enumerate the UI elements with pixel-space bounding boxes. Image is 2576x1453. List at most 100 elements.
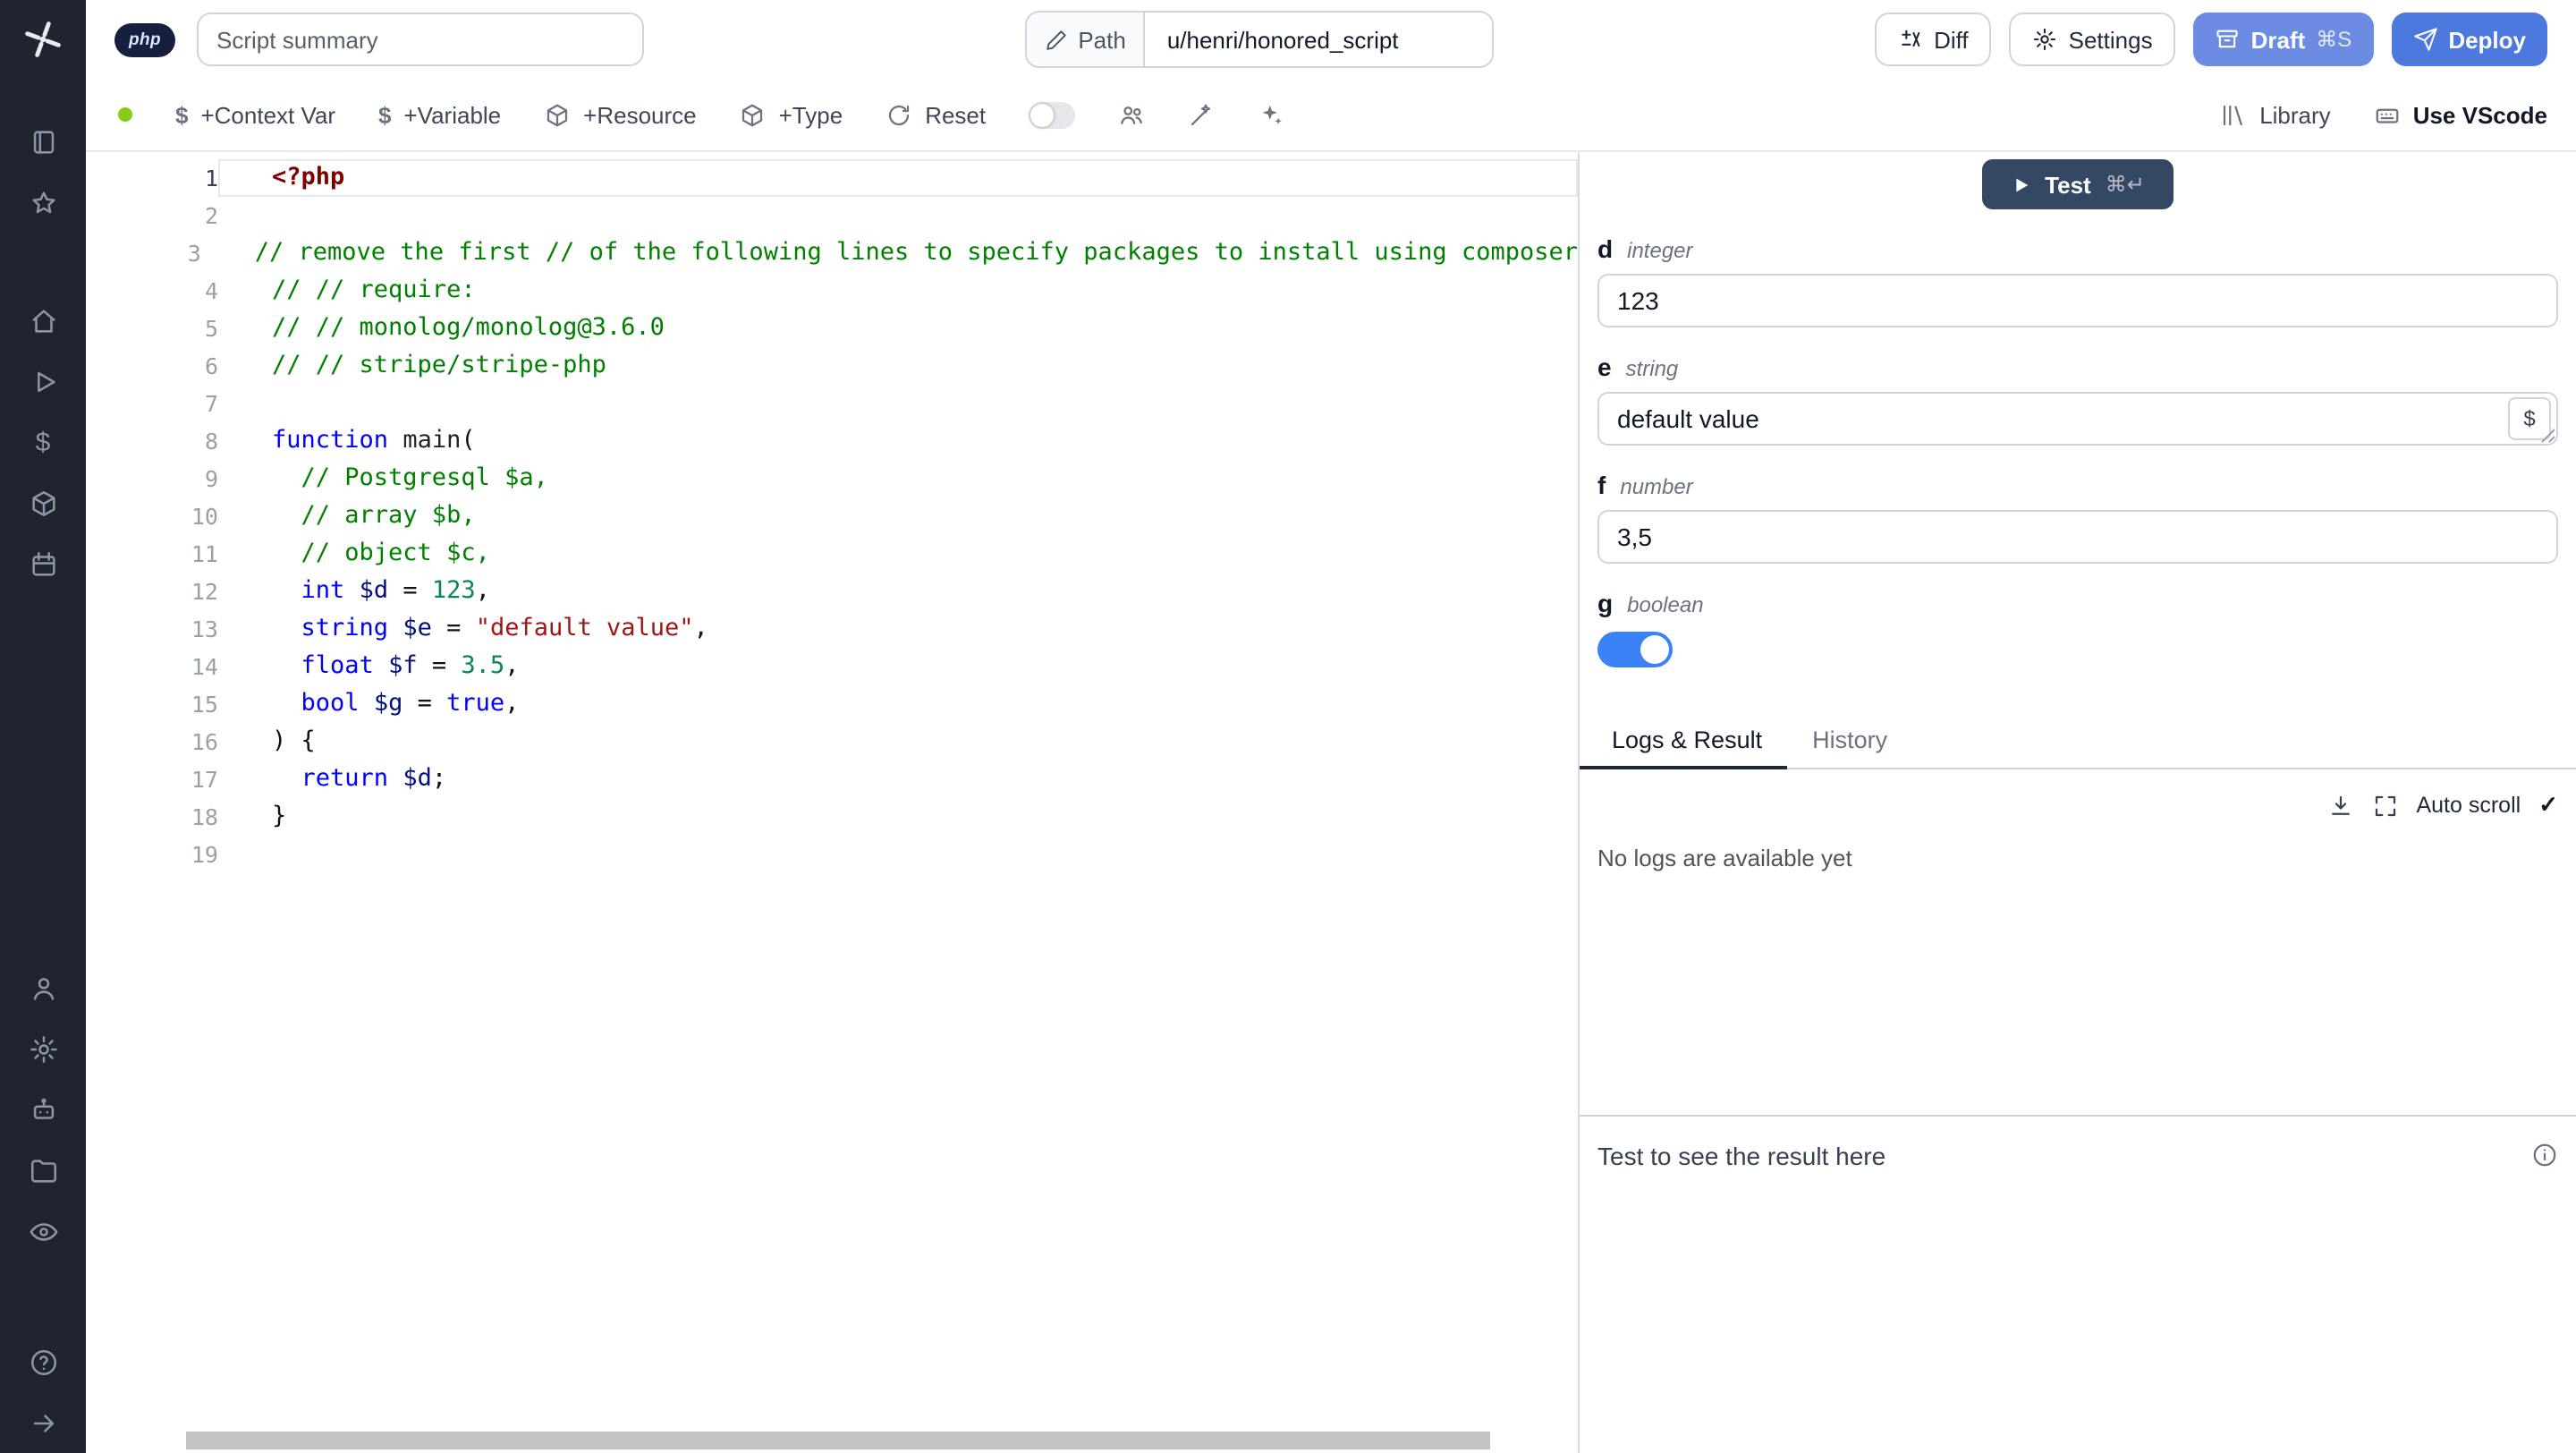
sidebar-item-folders[interactable] <box>0 1140 86 1201</box>
code-editor[interactable]: 1 <?php 2 3// remove the first // of the fo… <box>86 152 1578 1453</box>
add-variable-button[interactable]: $ +Variable <box>378 101 501 128</box>
library-button[interactable]: Library <box>2220 101 2331 128</box>
sidebar-item-home[interactable] <box>0 290 86 351</box>
multiplayer-users-button[interactable] <box>1118 101 1145 128</box>
code-line[interactable]: 3// remove the first // of the following… <box>86 234 1578 272</box>
sidebar-item-runs[interactable] <box>0 351 86 412</box>
code-line[interactable]: 11 // object $c, <box>86 535 1578 573</box>
check-icon[interactable]: ✓ <box>2538 791 2558 820</box>
result-tabs: Logs & Result History <box>1580 714 2576 769</box>
tab-history[interactable]: History <box>1787 714 1912 768</box>
code-line[interactable]: 19 <box>86 836 1578 873</box>
play-icon <box>2016 177 2029 191</box>
path-edit-button[interactable]: Path <box>1026 13 1146 66</box>
help-icon <box>30 1348 56 1375</box>
code-lines: 1 <?php 2 3// remove the first // of the fo… <box>86 159 1578 873</box>
horizontal-scrollbar[interactable] <box>186 1432 1490 1449</box>
code-line[interactable]: 12 int $d = 123, <box>86 573 1578 610</box>
multiplayer-toggle[interactable] <box>1029 101 1076 128</box>
add-type-button[interactable]: +Type <box>740 101 843 128</box>
sidebar-item-favorites[interactable] <box>0 172 86 233</box>
reset-label: Reset <box>925 101 987 128</box>
code-line[interactable]: 18} <box>86 798 1578 836</box>
script-summary-input[interactable] <box>197 13 645 66</box>
download-icon[interactable] <box>2326 792 2353 819</box>
use-vscode-button[interactable]: Use VScode <box>2374 101 2547 128</box>
add-type-label: +Type <box>778 101 843 128</box>
reset-button[interactable]: Reset <box>886 101 986 128</box>
field-d-input[interactable] <box>1597 274 2558 327</box>
code-line[interactable]: 7 <box>86 385 1578 422</box>
code-line[interactable]: 17 return $d; <box>86 760 1578 798</box>
field-g-toggle[interactable] <box>1597 632 1673 667</box>
sidebar-item-resources[interactable] <box>0 472 86 533</box>
code-line[interactable]: 4// // require: <box>86 272 1578 310</box>
library-label: Library <box>2259 101 2331 128</box>
settings-button[interactable]: Settings <box>2009 13 2176 66</box>
code-line[interactable]: 2 <box>86 197 1578 234</box>
draft-shortcut: ⌘S <box>2316 27 2352 52</box>
folder-icon <box>30 1159 56 1182</box>
dollar-icon: $ <box>35 427 51 457</box>
code-line[interactable]: 16) { <box>86 723 1578 760</box>
draft-button[interactable]: Draft ⌘S <box>2193 13 2374 66</box>
diff-icon <box>1902 30 1920 47</box>
format-code-button[interactable] <box>1188 101 1215 128</box>
code-line[interactable]: 10 // array $b, <box>86 497 1578 535</box>
sidebar-logo[interactable] <box>0 0 86 79</box>
arrow-right-icon <box>32 1414 54 1432</box>
sidebar-item-expand[interactable] <box>0 1392 86 1453</box>
auto-scroll-label[interactable]: Auto scroll <box>2416 793 2521 818</box>
ai-assistant-button[interactable] <box>1258 101 1284 128</box>
calendar-icon <box>31 550 55 575</box>
sparkles-icon <box>1262 104 1282 123</box>
sidebar-item-docs[interactable] <box>0 111 86 172</box>
code-line[interactable]: 5// // monolog/monolog@3.6.0 <box>86 310 1578 347</box>
field-name: d <box>1597 234 1614 263</box>
sidebar-item-schedules[interactable] <box>0 533 86 594</box>
users-icon <box>1121 106 1142 123</box>
add-resource-button[interactable]: +Resource <box>544 101 697 128</box>
test-button[interactable]: Test ⌘↵ <box>1982 159 2174 209</box>
library-shelf-icon <box>2224 104 2243 125</box>
pencil-icon <box>1046 30 1066 49</box>
logs-area: Auto scroll ✓ No logs are available yet <box>1597 769 2558 1115</box>
field-type: boolean <box>1627 592 1704 617</box>
sidebar-item-workers[interactable] <box>0 1079 86 1140</box>
sidebar-item-variables[interactable]: $ <box>0 412 86 472</box>
sidebar-item-help[interactable] <box>0 1331 86 1392</box>
diff-button[interactable]: Diff <box>1875 13 1992 66</box>
dollar-icon: $ <box>378 101 392 128</box>
code-line[interactable]: 6// // stripe/stripe-php <box>86 347 1578 385</box>
field-e-input[interactable] <box>1597 392 2558 446</box>
sidebar-item-user[interactable] <box>0 957 86 1018</box>
add-variable-label: +Variable <box>403 101 502 128</box>
code-line[interactable]: 14 float $f = 3.5, <box>86 648 1578 685</box>
rocket-icon <box>2413 28 2437 51</box>
code-line[interactable]: 13 string $e = "default value", <box>86 610 1578 648</box>
tab-logs-result[interactable]: Logs & Result <box>1580 714 1788 769</box>
sidebar: $ <box>0 0 86 1453</box>
star-icon <box>31 191 55 213</box>
topbar: php Path u/henri/honored_script Diff <box>86 0 2576 79</box>
code-line[interactable]: 15 bool $g = true, <box>86 685 1578 723</box>
path-value[interactable]: u/henri/honored_script <box>1145 13 1493 66</box>
code-line[interactable]: 1 <?php <box>86 159 1578 197</box>
sidebar-item-audit[interactable] <box>0 1201 86 1262</box>
windmill-logo-icon <box>25 21 61 57</box>
editor-toolbar: $ +Context Var $ +Variable +Resource +Ty… <box>86 79 2576 152</box>
info-icon[interactable] <box>2531 1142 2558 1177</box>
code-line[interactable]: 9 // Postgresql $a, <box>86 460 1578 497</box>
expand-icon[interactable] <box>2371 792 2398 819</box>
field-f-input[interactable] <box>1597 510 2558 564</box>
variable-picker-button[interactable]: $ <box>2508 397 2551 440</box>
add-context-var-button[interactable]: $ +Context Var <box>175 101 335 128</box>
code-line[interactable]: 8 function main( <box>86 422 1578 460</box>
field-name: e <box>1597 353 1612 381</box>
deploy-button[interactable]: Deploy <box>2391 13 2547 66</box>
test-button-shortcut: ⌘↵ <box>2105 172 2145 197</box>
logs-empty-text: No logs are available yet <box>1597 845 1852 871</box>
result-placeholder-text: Test to see the result here <box>1597 1142 1886 1170</box>
eye-icon <box>29 1222 57 1240</box>
sidebar-item-settings[interactable] <box>0 1018 86 1079</box>
